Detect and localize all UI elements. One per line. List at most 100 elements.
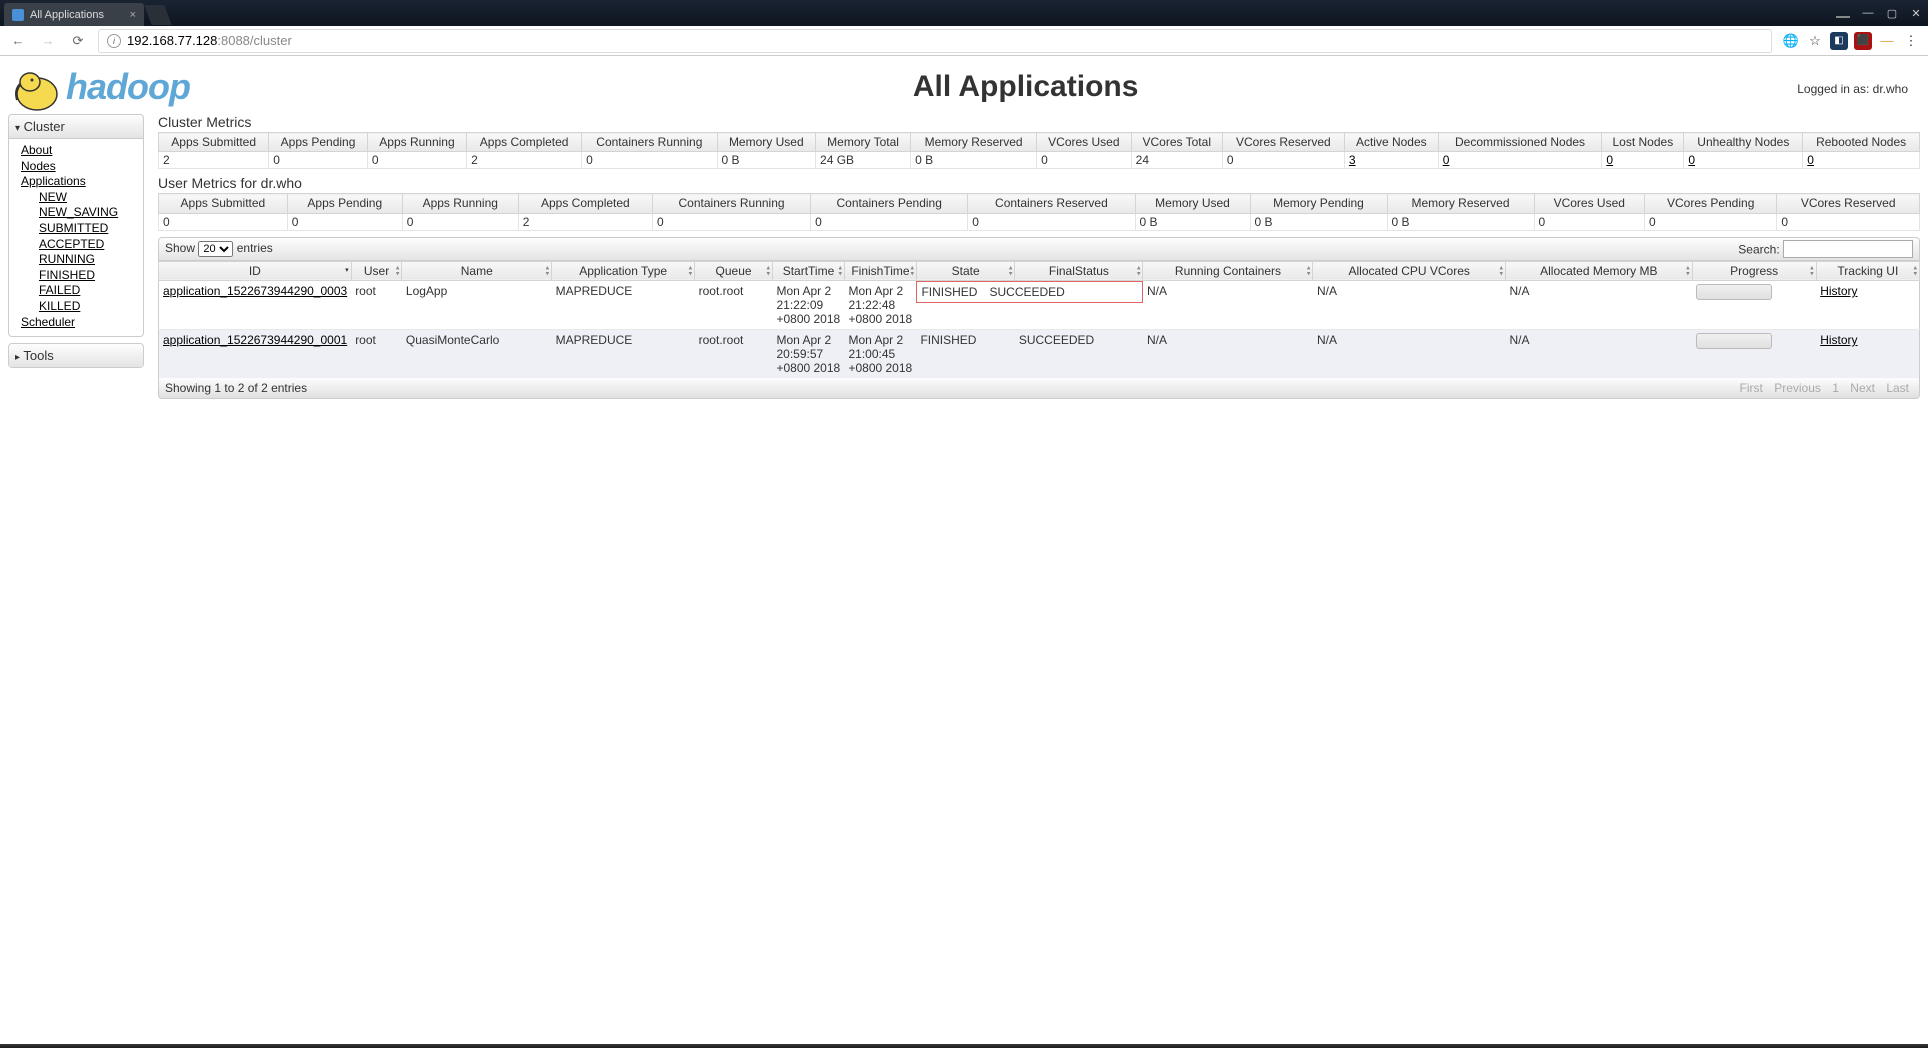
extension3-icon[interactable]: — (1878, 32, 1896, 50)
sidebar-cluster-head[interactable]: ▾ Cluster (9, 115, 143, 139)
col-u-containers-pending[interactable]: Containers Pending (811, 194, 968, 213)
sidebar-state-killed[interactable]: KILLED (39, 299, 137, 315)
translate-icon[interactable]: 🌐 (1782, 32, 1800, 50)
val-decommissioned[interactable]: 0 (1443, 153, 1450, 167)
col-lost-nodes[interactable]: Lost Nodes (1602, 133, 1684, 152)
col-u-apps-pending[interactable]: Apps Pending (287, 194, 402, 213)
val-unhealthy[interactable]: 0 (1688, 153, 1695, 167)
col-u-memory-reserved[interactable]: Memory Reserved (1387, 194, 1534, 213)
col-apps-submitted[interactable]: Apps Submitted (159, 133, 269, 152)
col-progress[interactable]: Progress▴▾ (1692, 261, 1816, 280)
col-apps-completed[interactable]: Apps Completed (467, 133, 582, 152)
col-app-type[interactable]: Application Type▴▾ (552, 261, 695, 280)
col-vcores-reserved[interactable]: VCores Reserved (1222, 133, 1344, 152)
sort-icon: ▴▾ (1913, 265, 1917, 276)
page-previous[interactable]: Previous (1774, 381, 1821, 395)
col-tracking[interactable]: Tracking UI▴▾ (1816, 261, 1919, 280)
col-u-containers-reserved[interactable]: Containers Reserved (968, 194, 1135, 213)
col-u-apps-submitted[interactable]: Apps Submitted (159, 194, 288, 213)
new-tab-button[interactable] (144, 5, 171, 25)
col-u-vcores-used[interactable]: VCores Used (1534, 194, 1644, 213)
col-alloc-cpu[interactable]: Allocated CPU VCores▴▾ (1313, 261, 1506, 280)
sort-icon: ▴▾ (910, 265, 914, 276)
col-decommissioned[interactable]: Decommissioned Nodes (1438, 133, 1602, 152)
col-u-apps-completed[interactable]: Apps Completed (518, 194, 652, 213)
url-field[interactable]: i 192.168.77.128:8088/cluster (98, 29, 1772, 53)
col-running-containers[interactable]: Running Containers▴▾ (1143, 261, 1313, 280)
val-lost-nodes[interactable]: 0 (1606, 153, 1613, 167)
col-rebooted[interactable]: Rebooted Nodes (1803, 133, 1920, 152)
sidebar-state-failed[interactable]: FAILED (39, 283, 137, 299)
extension2-icon[interactable]: ⬛ (1854, 32, 1872, 50)
close-window-icon[interactable]: ✕ (1904, 4, 1928, 22)
sidebar-state-running[interactable]: RUNNING (39, 252, 137, 268)
col-finish[interactable]: FinishTime▴▾ (844, 261, 916, 280)
sidebar-state-new-saving[interactable]: NEW_SAVING (39, 205, 137, 221)
window-dropdown-icon[interactable] (1836, 8, 1850, 18)
col-alloc-mem[interactable]: Allocated Memory MB▴▾ (1506, 261, 1693, 280)
col-memory-total[interactable]: Memory Total (816, 133, 911, 152)
col-memory-reserved[interactable]: Memory Reserved (911, 133, 1037, 152)
cell-finish: Mon Apr 2 21:00:45 +0800 2018 (844, 330, 916, 379)
app-id-link[interactable]: application_1522673944290_0003 (163, 284, 347, 298)
sidebar-state-accepted[interactable]: ACCEPTED (39, 237, 137, 253)
page-size-select[interactable]: 20 (198, 241, 233, 257)
col-state[interactable]: State▴▾ (916, 261, 1014, 280)
menu-icon[interactable]: ⋮ (1902, 32, 1920, 50)
col-queue[interactable]: Queue▴▾ (695, 261, 773, 280)
sidebar-state-new[interactable]: NEW (39, 190, 137, 206)
col-name[interactable]: Name▴▾ (402, 261, 552, 280)
tracking-link[interactable]: History (1820, 284, 1857, 298)
sidebar-tools-head[interactable]: ▸ Tools (9, 344, 143, 367)
sidebar-link-about[interactable]: About (21, 143, 137, 159)
col-final-status[interactable]: FinalStatus▴▾ (1015, 261, 1143, 280)
sidebar-state-submitted[interactable]: SUBMITTED (39, 221, 137, 237)
bookmark-icon[interactable]: ☆ (1806, 32, 1824, 50)
browser-chrome: All Applications × — ▢ ✕ ← → ⟳ i 192.168… (0, 0, 1928, 56)
page-last[interactable]: Last (1886, 381, 1909, 395)
col-u-vcores-pending[interactable]: VCores Pending (1644, 194, 1776, 213)
col-memory-used[interactable]: Memory Used (717, 133, 815, 152)
sidebar-link-applications[interactable]: Applications (21, 174, 137, 190)
taskbar[interactable] (0, 1044, 1928, 1048)
maximize-icon[interactable]: ▢ (1880, 4, 1904, 22)
search-input[interactable] (1783, 240, 1913, 258)
sidebar-state-finished[interactable]: FINISHED (39, 268, 137, 284)
val-u-apps-completed: 2 (518, 213, 652, 230)
col-u-apps-running[interactable]: Apps Running (402, 194, 518, 213)
val-active-nodes[interactable]: 3 (1349, 153, 1356, 167)
page-number[interactable]: 1 (1832, 381, 1839, 395)
sidebar-link-scheduler[interactable]: Scheduler (21, 315, 137, 331)
app-id-link[interactable]: application_1522673944290_0001 (163, 333, 347, 347)
tracking-link[interactable]: History (1820, 333, 1857, 347)
col-containers-running[interactable]: Containers Running (582, 133, 717, 152)
datatable-bottom: Showing 1 to 2 of 2 entries First Previo… (158, 378, 1920, 399)
back-icon[interactable]: ← (8, 31, 28, 51)
val-rebooted[interactable]: 0 (1807, 153, 1814, 167)
col-user[interactable]: User▴▾ (351, 261, 402, 280)
col-start[interactable]: StartTime▴▾ (772, 261, 844, 280)
minimize-icon[interactable]: — (1856, 4, 1880, 22)
close-icon[interactable]: × (130, 9, 136, 21)
col-u-vcores-reserved[interactable]: VCores Reserved (1777, 194, 1920, 213)
sort-icon: ▴▾ (766, 265, 770, 276)
col-u-containers-running[interactable]: Containers Running (652, 194, 810, 213)
forward-icon[interactable]: → (38, 31, 58, 51)
hadoop-logo[interactable]: hadoop (10, 60, 254, 114)
col-id[interactable]: ID▾ (159, 261, 352, 280)
col-apps-pending[interactable]: Apps Pending (269, 133, 368, 152)
info-icon[interactable]: i (107, 34, 121, 48)
browser-tab[interactable]: All Applications × (4, 3, 144, 26)
page-next[interactable]: Next (1850, 381, 1875, 395)
reload-icon[interactable]: ⟳ (68, 31, 88, 51)
page-first[interactable]: First (1740, 381, 1763, 395)
col-active-nodes[interactable]: Active Nodes (1344, 133, 1438, 152)
col-unhealthy[interactable]: Unhealthy Nodes (1684, 133, 1803, 152)
col-vcores-used[interactable]: VCores Used (1037, 133, 1132, 152)
col-u-memory-used[interactable]: Memory Used (1135, 194, 1250, 213)
col-apps-running[interactable]: Apps Running (367, 133, 466, 152)
col-u-memory-pending[interactable]: Memory Pending (1250, 194, 1387, 213)
extension1-icon[interactable]: ◧ (1830, 32, 1848, 50)
sidebar-link-nodes[interactable]: Nodes (21, 159, 137, 175)
col-vcores-total[interactable]: VCores Total (1131, 133, 1222, 152)
